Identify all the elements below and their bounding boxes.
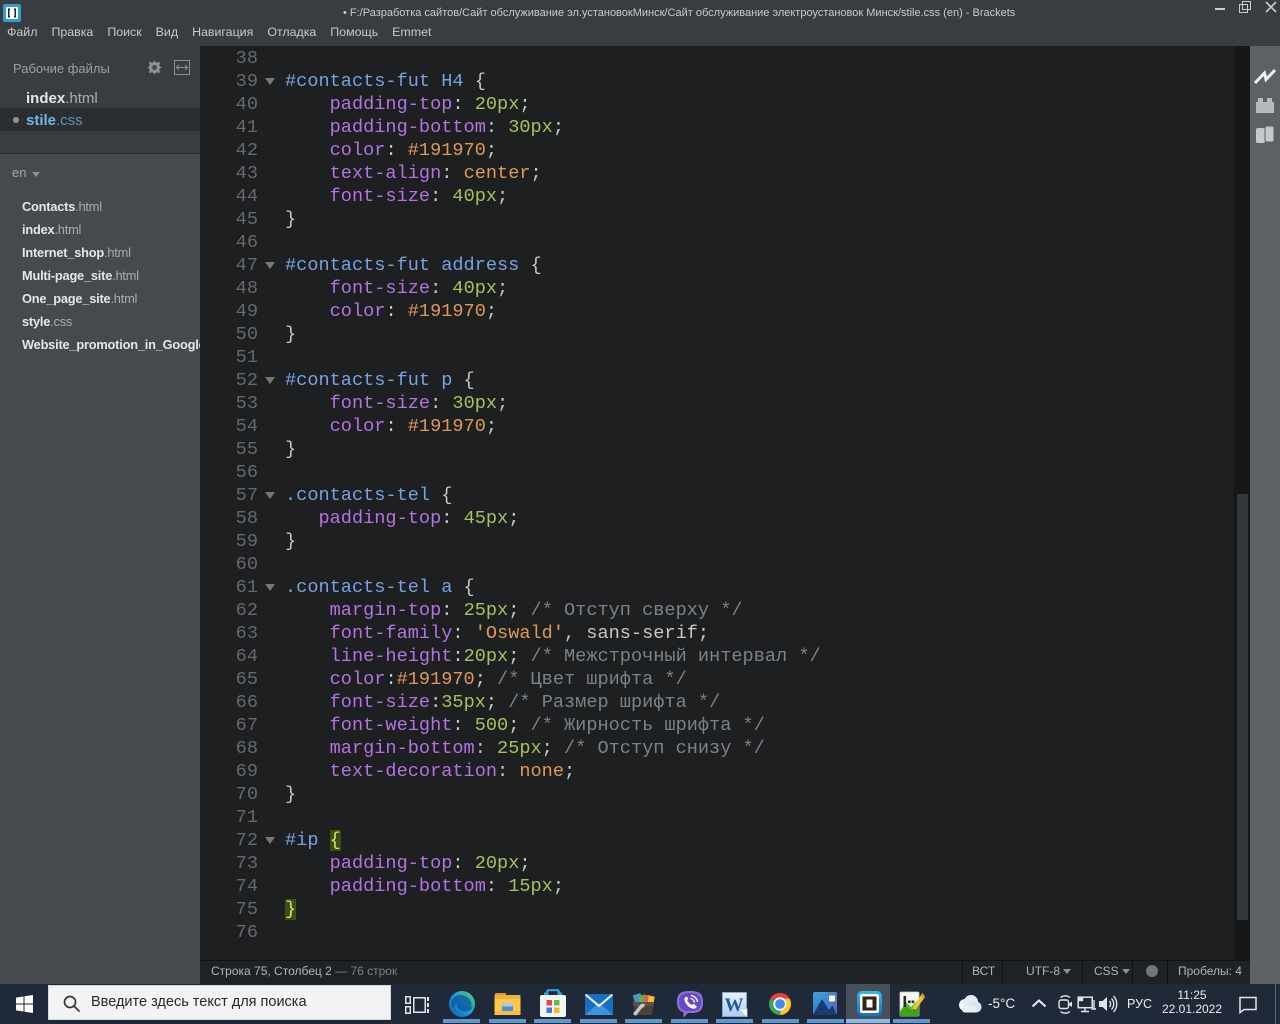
svg-text:W: W — [725, 995, 744, 1016]
